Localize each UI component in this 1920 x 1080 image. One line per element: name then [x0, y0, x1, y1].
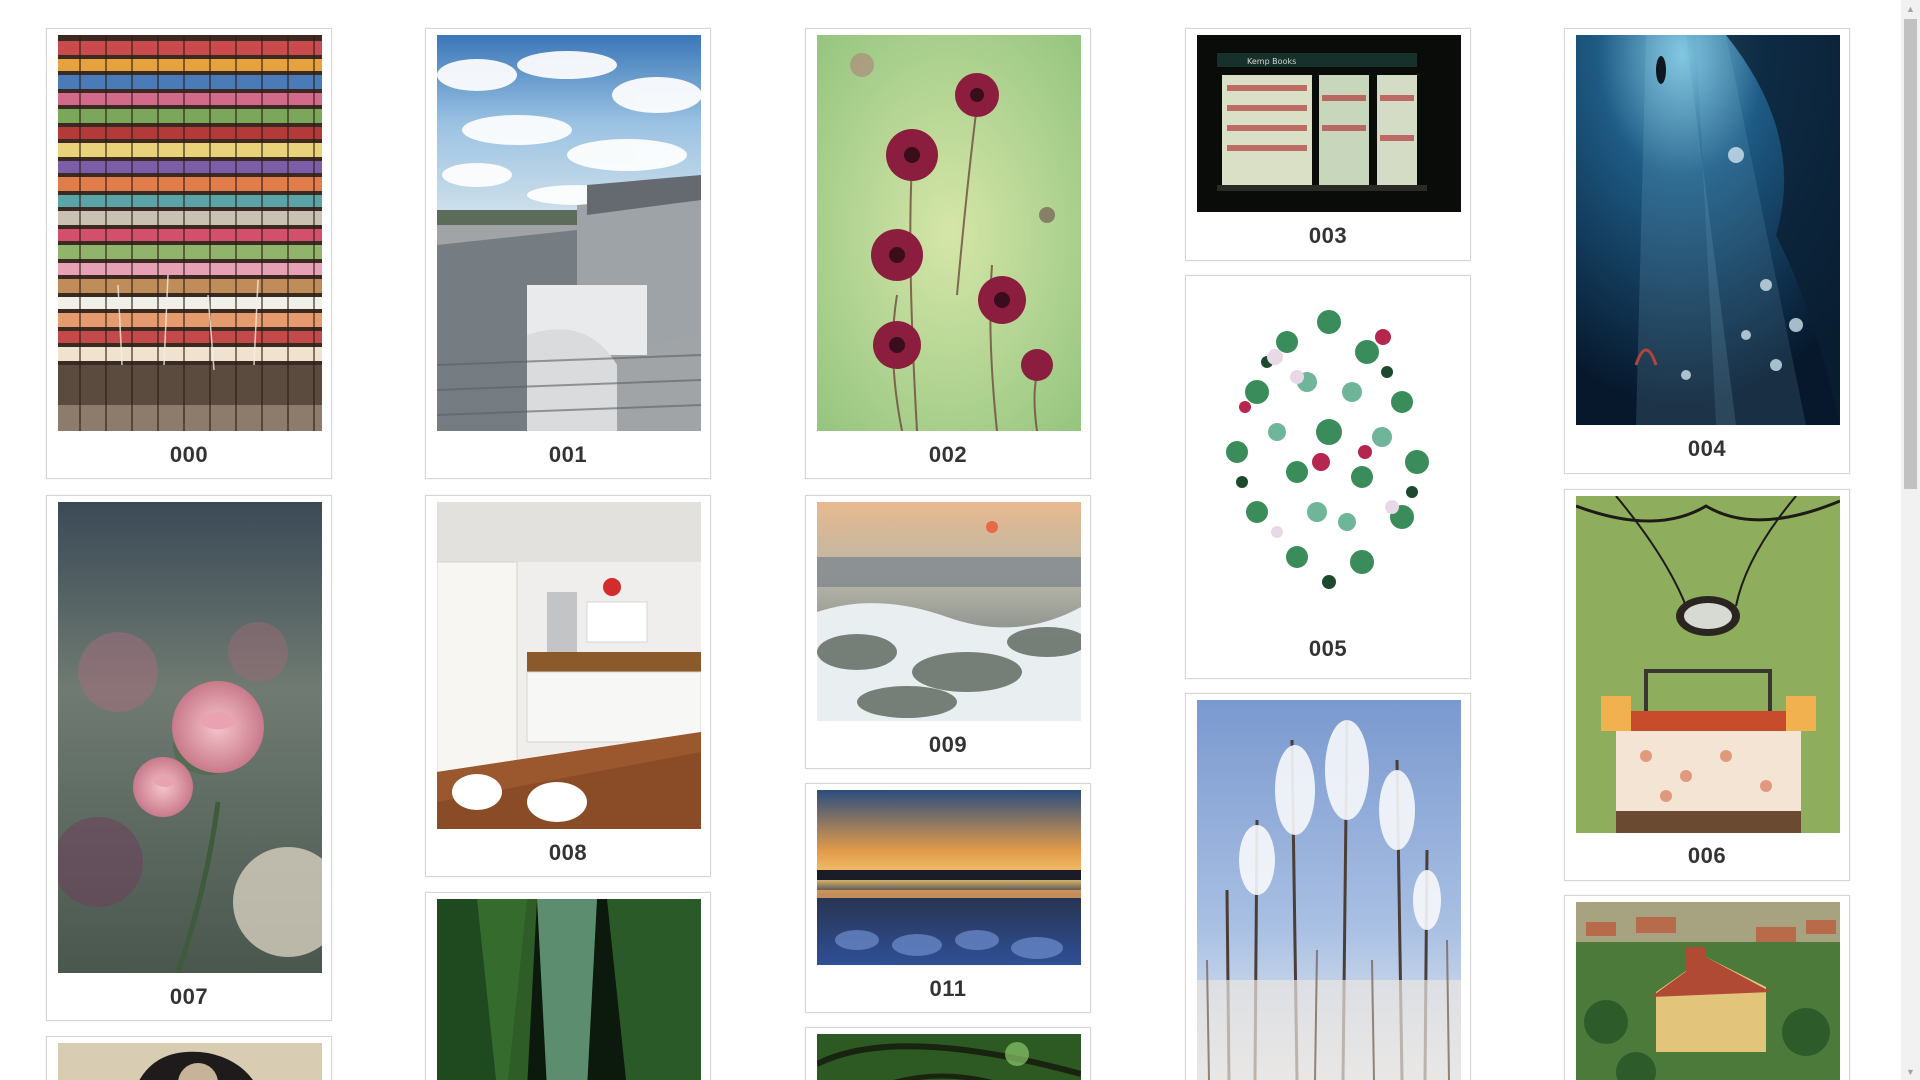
gallery-card-010[interactable]	[1185, 693, 1471, 1080]
photo-canyon[interactable]	[437, 899, 701, 1080]
photo-winter-sunset[interactable]	[817, 790, 1081, 965]
photo-rooftops[interactable]	[437, 35, 701, 431]
photo-roses[interactable]	[58, 502, 322, 973]
photo-green-bedroom[interactable]	[1576, 496, 1840, 833]
photo-kitchen[interactable]	[437, 502, 701, 829]
bookshop-sign: Kemp Books	[1247, 57, 1296, 66]
photo-vintage-portrait[interactable]	[58, 1043, 322, 1080]
gallery-viewport: 000 007 001 008 002 009 011 Kemp Books 0…	[0, 0, 1901, 1080]
caption-000: 000	[169, 442, 209, 467]
caption-003: 003	[1308, 223, 1348, 248]
photo-tree-canopy[interactable]	[817, 1034, 1081, 1080]
gallery-card-008[interactable]: 008	[425, 495, 711, 877]
gallery-card-003[interactable]: Kemp Books 003	[1185, 28, 1471, 261]
gallery-card-004[interactable]: 004	[1564, 28, 1850, 474]
photo-snowy-field[interactable]	[817, 502, 1081, 721]
gallery-card-005[interactable]: 005	[1185, 275, 1471, 679]
gallery-card-007[interactable]: 007	[46, 495, 332, 1021]
gallery-card-012[interactable]	[425, 892, 711, 1080]
gallery-card-006[interactable]: 006	[1564, 489, 1850, 881]
scrollbar-thumb[interactable]	[1904, 19, 1917, 489]
scroll-up-arrow-icon[interactable]: ▲	[1901, 0, 1920, 17]
caption-008: 008	[548, 840, 588, 865]
caption-011: 011	[929, 976, 967, 1001]
gallery-card-014[interactable]	[1564, 895, 1850, 1080]
gallery-card-001[interactable]: 001	[425, 28, 711, 479]
caption-004: 004	[1687, 436, 1727, 461]
caption-006: 006	[1687, 843, 1727, 868]
photo-ribbons[interactable]	[58, 35, 322, 431]
photo-bookshop[interactable]: Kemp Books	[1197, 35, 1461, 212]
photo-underwater-diver[interactable]	[1576, 35, 1840, 425]
caption-005: 005	[1308, 636, 1348, 661]
photo-frosted-forest[interactable]	[1197, 700, 1461, 1080]
photo-clover-illustration[interactable]	[1197, 282, 1461, 632]
caption-007: 007	[169, 984, 209, 1009]
gallery-card-013[interactable]	[805, 1027, 1091, 1080]
gallery-card-015[interactable]	[46, 1036, 332, 1080]
caption-001: 001	[548, 442, 588, 467]
gallery-card-009[interactable]: 009	[805, 495, 1091, 769]
caption-009: 009	[928, 732, 968, 757]
gallery-card-000[interactable]: 000	[46, 28, 332, 479]
gallery-card-011[interactable]: 011	[805, 783, 1091, 1013]
scroll-down-arrow-icon[interactable]: ▼	[1901, 1063, 1920, 1080]
photo-castle-on-hill[interactable]	[1576, 902, 1840, 1080]
caption-002: 002	[928, 442, 968, 467]
gallery-card-002[interactable]: 002	[805, 28, 1091, 479]
photo-cosmos-flowers[interactable]	[817, 35, 1081, 431]
vertical-scrollbar[interactable]: ▲ ▼	[1901, 0, 1920, 1080]
